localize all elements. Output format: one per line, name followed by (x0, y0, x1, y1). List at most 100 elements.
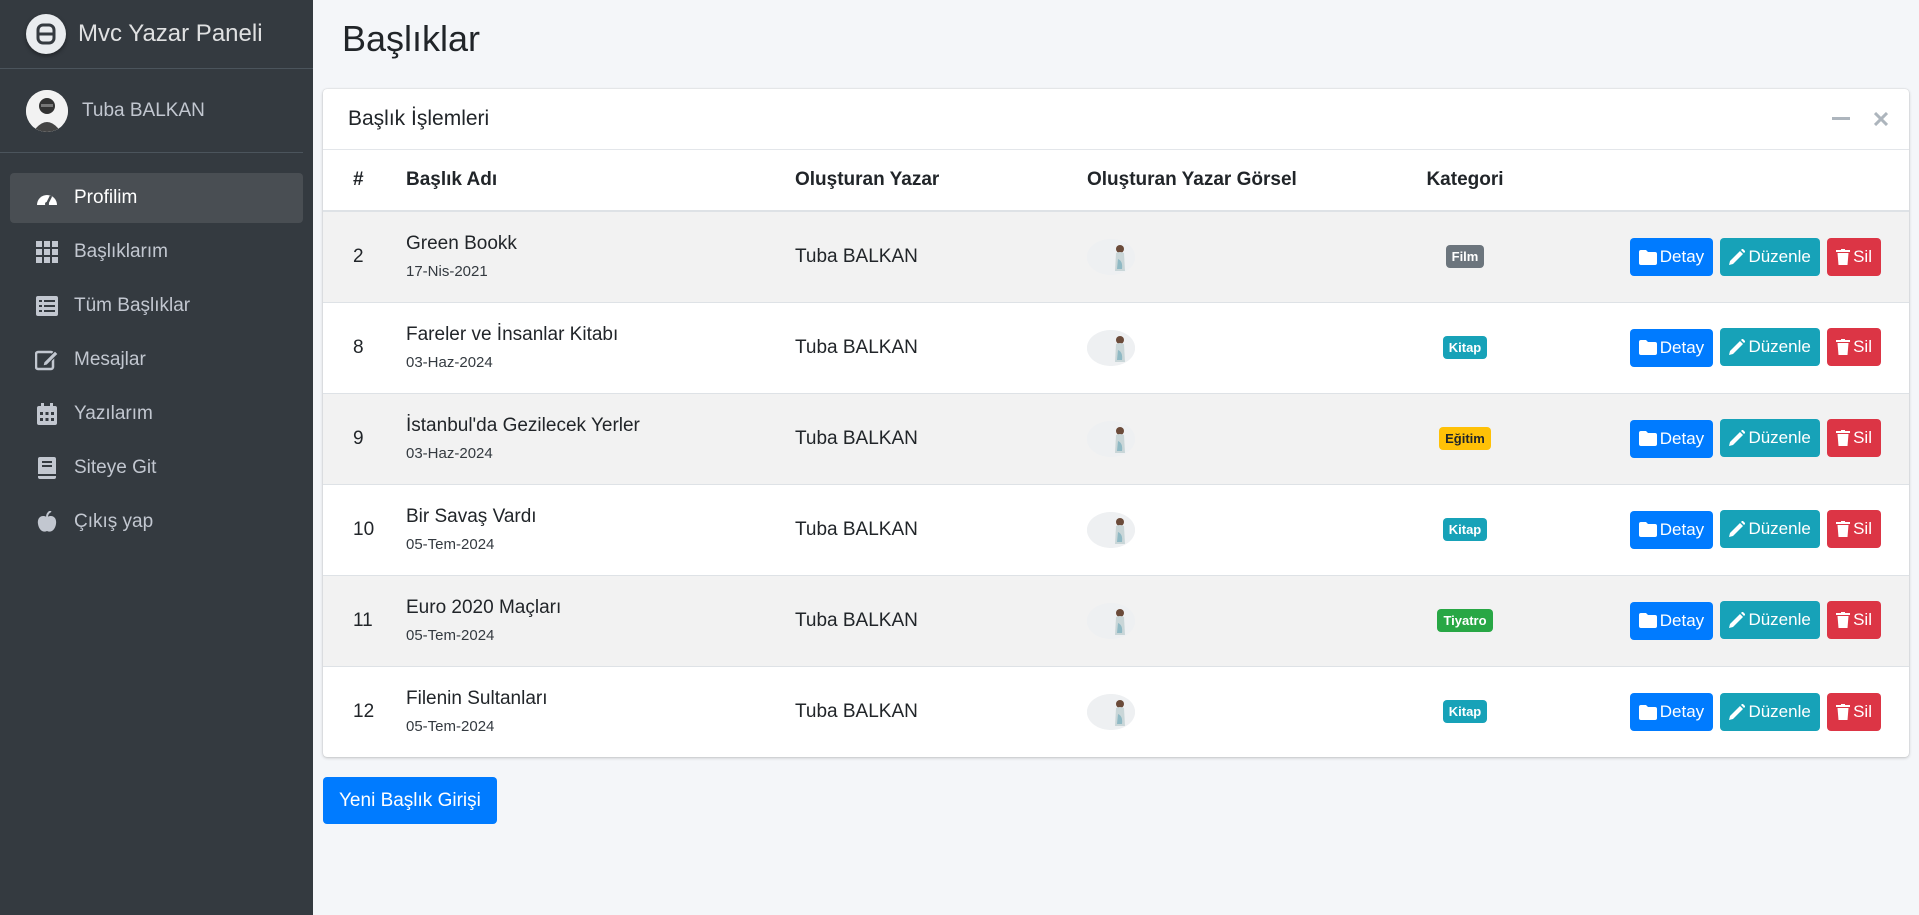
row-category-cell: Eğitim (1405, 393, 1525, 484)
detail-label: Detay (1659, 519, 1705, 539)
sidebar-item-label: Profilim (74, 187, 138, 208)
folder-icon (1638, 522, 1657, 538)
row-title: Fareler ve İnsanlar Kitabı (406, 324, 619, 345)
row-author-image-cell (1087, 302, 1405, 393)
edit-button[interactable]: Düzenle (1720, 328, 1820, 367)
row-author-image-cell (1087, 666, 1405, 757)
column-header-author-image: Oluşturan Yazar Görsel (1087, 150, 1405, 212)
row-id: 12 (353, 700, 375, 722)
delete-button[interactable]: Sil (1827, 601, 1881, 640)
detail-button[interactable]: Detay (1629, 510, 1714, 549)
table-row: 12 Filenin Sultanları 05-Tem-2024 Tuba B… (323, 666, 1909, 757)
pencil-icon (1729, 521, 1746, 538)
sidebar-item-profilim[interactable]: Profilim (10, 173, 303, 223)
edit-label: Düzenle (1748, 246, 1811, 266)
edit-button[interactable]: Düzenle (1720, 510, 1820, 549)
author-thumbnail (1087, 511, 1135, 548)
edit-button[interactable]: Düzenle (1720, 419, 1820, 458)
row-category-cell: Tiyatro (1405, 575, 1525, 666)
author-thumbnail (1087, 420, 1135, 457)
edit-button[interactable]: Düzenle (1720, 601, 1820, 640)
row-actions: Detay Düzenle Sil (1525, 575, 1909, 666)
sidebar-item-cikis-yap[interactable]: Çıkış yap (10, 497, 303, 547)
row-author-image-cell (1087, 484, 1405, 575)
row-date: 05-Tem-2024 (406, 627, 495, 644)
column-header-title: Başlık Adı (406, 150, 795, 212)
list-icon (34, 293, 60, 319)
sidebar-item-label: Siteye Git (74, 457, 157, 478)
row-author: Tuba BALKAN (795, 336, 918, 358)
row-category-cell: Film (1405, 211, 1525, 302)
delete-button[interactable]: Sil (1827, 510, 1881, 549)
detail-button[interactable]: Detay (1629, 693, 1714, 731)
row-title: İstanbul'da Gezilecek Yerler (406, 415, 640, 436)
column-header-author: Oluşturan Yazar (795, 150, 1087, 212)
detail-button[interactable]: Detay (1629, 328, 1714, 367)
table-row: 10 Bir Savaş Vardı 05-Tem-2024 Tuba BALK… (323, 484, 1909, 575)
brand-title: Mvc Yazar Paneli (78, 20, 263, 47)
row-date: 03-Haz-2024 (406, 445, 493, 462)
sidebar-item-mesajlar[interactable]: Mesajlar (10, 335, 303, 385)
delete-label: Sil (1853, 519, 1872, 539)
row-actions: Detay Düzenle Sil (1525, 302, 1909, 393)
row-title-cell: Euro 2020 Maçları 05-Tem-2024 (406, 575, 795, 666)
row-date: 03-Haz-2024 (406, 354, 493, 371)
trash-icon (1836, 248, 1851, 265)
row-category-cell: Kitap (1405, 484, 1525, 575)
delete-button[interactable]: Sil (1827, 419, 1881, 458)
detail-label: Detay (1659, 337, 1705, 357)
tachometer-icon (34, 185, 60, 211)
sidebar-item-label: Başlıklarım (74, 241, 168, 262)
page-title: Başlıklar (342, 18, 481, 59)
user-panel[interactable]: Tuba BALKAN (0, 69, 303, 153)
edit-label: Düzenle (1748, 701, 1811, 721)
trash-icon (1836, 703, 1851, 720)
table-row: 11 Euro 2020 Maçları 05-Tem-2024 Tuba BA… (323, 575, 1909, 666)
main-content: Başlıklar Başlık İşlemleri # Başlık Adı … (313, 0, 1919, 915)
folder-icon (1638, 431, 1657, 447)
pencil-icon (1729, 703, 1746, 720)
pencil-icon (1729, 430, 1746, 447)
detail-button[interactable]: Detay (1629, 238, 1714, 276)
detail-label: Detay (1659, 610, 1705, 630)
edit-icon (34, 347, 60, 373)
new-title-button[interactable]: Yeni Başlık Girişi (323, 777, 497, 824)
sidebar-item-label: Tüm Başlıklar (74, 295, 191, 316)
table-row: 2 Green Bookk 17-Nis-2021 Tuba BALKAN Fi… (323, 211, 1909, 302)
delete-label: Sil (1853, 428, 1872, 448)
edit-button[interactable]: Düzenle (1720, 692, 1820, 731)
edit-label: Düzenle (1748, 428, 1811, 448)
table-row: 8 Fareler ve İnsanlar Kitabı 03-Haz-2024… (323, 302, 1909, 393)
sidebar-item-basliklarim[interactable]: Başlıklarım (10, 227, 303, 277)
column-header-category: Kategori (1405, 150, 1525, 212)
close-icon[interactable] (1871, 109, 1891, 129)
sidebar-item-tum-basliklar[interactable]: Tüm Başlıklar (10, 281, 303, 331)
detail-button[interactable]: Detay (1629, 419, 1714, 458)
detail-label: Detay (1659, 428, 1705, 448)
table-row: 9 İstanbul'da Gezilecek Yerler 03-Haz-20… (323, 393, 1909, 484)
brand-link[interactable]: Mvc Yazar Paneli (0, 0, 313, 69)
row-date: 05-Tem-2024 (406, 718, 495, 736)
trash-icon (1836, 612, 1851, 629)
row-category-cell: Kitap (1405, 666, 1525, 757)
folder-icon (1638, 340, 1657, 356)
delete-label: Sil (1853, 610, 1872, 630)
edit-button[interactable]: Düzenle (1720, 237, 1820, 276)
sidebar-item-label: Yazılarım (74, 403, 153, 424)
detail-button[interactable]: Detay (1629, 601, 1714, 640)
delete-label: Sil (1853, 246, 1872, 266)
sidebar-item-label: Mesajlar (74, 349, 146, 370)
row-category-cell: Kitap (1405, 302, 1525, 393)
column-header-id: # (323, 150, 406, 212)
delete-button[interactable]: Sil (1827, 237, 1881, 276)
row-title: Green Bookk (406, 233, 517, 255)
delete-button[interactable]: Sil (1827, 692, 1881, 731)
apple-icon (34, 509, 60, 535)
row-author: Tuba BALKAN (795, 518, 918, 540)
sidebar-item-yazilarim[interactable]: Yazılarım (10, 389, 303, 439)
row-actions: Detay Düzenle Sil (1525, 211, 1909, 302)
category-badge: Kitap (1442, 700, 1488, 724)
sidebar-item-siteye-git[interactable]: Siteye Git (10, 443, 303, 493)
delete-button[interactable]: Sil (1827, 328, 1881, 367)
collapse-icon[interactable] (1831, 109, 1851, 129)
